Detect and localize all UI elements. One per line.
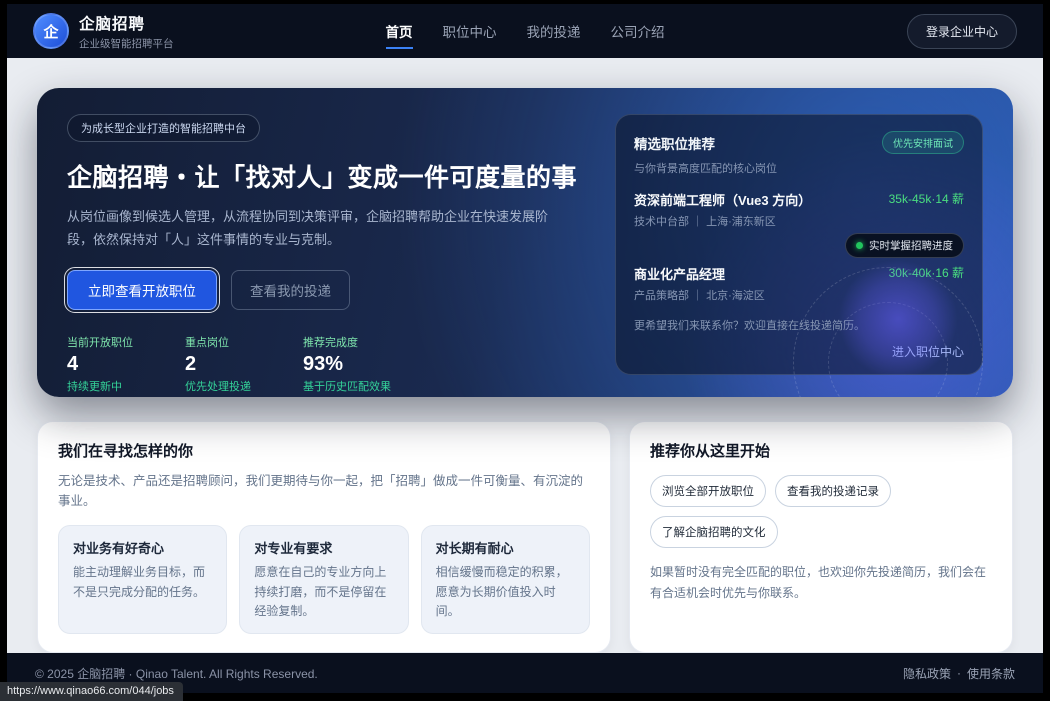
brand[interactable]: 企 企脑招聘 企业级智能招聘平台 <box>33 12 386 51</box>
trait-text: 愿意在自己的专业方向上持续打磨，而不是停留在经验复制。 <box>254 563 393 621</box>
job-info: 资深前端工程师（Vue3 方向） 技术中台部 ｜ 上海·浦东新区 <box>634 190 811 229</box>
footer-copyright: © 2025 企脑招聘 · Qinao Talent. All Rights R… <box>35 665 318 682</box>
start-here-text: 如果暂时没有完全匹配的职位，也欢迎你先投递简历，我们会在有合适机会时优先与你联系… <box>650 562 992 603</box>
job-info: 商业化产品经理 产品策略部 ｜ 北京·海淀区 <box>634 264 765 303</box>
view-my-applications-button[interactable]: 查看我的投递 <box>231 270 350 310</box>
job-title: 资深前端工程师（Vue3 方向） <box>634 190 811 209</box>
stat-note: 优先处理投递 <box>185 378 251 394</box>
looking-for-card: 我们在寻找怎样的你 无论是技术、产品还是招聘顾问，我们更期待与你一起，把「招聘」… <box>37 421 611 653</box>
featured-jobs-card: 精选职位推荐 优先安排面试 与你背景高度匹配的核心岗位 资深前端工程师（Vue3… <box>615 114 983 375</box>
looking-for-description: 无论是技术、产品还是招聘顾问，我们更期待与你一起，把「招聘」做成一件可衡量、有沉… <box>58 471 590 511</box>
featured-card-subtitle: 与你背景高度匹配的核心岗位 <box>634 160 964 176</box>
hero-stats: 当前开放职位 4 持续更新中 重点岗位 2 优先处理投递 推荐完成度 93% 基… <box>67 334 571 394</box>
bottom-section: 我们在寻找怎样的你 无论是技术、产品还是招聘顾问，我们更期待与你一起，把「招聘」… <box>37 421 1013 653</box>
stat-value: 93% <box>303 353 391 376</box>
learn-culture-button[interactable]: 了解企脑招聘的文化 <box>650 516 778 548</box>
job-meta: 产品策略部 ｜ 北京·海淀区 <box>634 287 765 303</box>
job-salary: 30k-40k·16 薪 <box>889 264 964 281</box>
stat-note: 基于历史匹配效果 <box>303 378 391 394</box>
stat-label: 当前开放职位 <box>67 334 133 350</box>
footer-links: 隐私政策 · 使用条款 <box>903 665 1015 682</box>
nav-link-job-center[interactable]: 职位中心 <box>443 13 497 49</box>
hero-left-column: 为成长型企业打造的智能招聘中台 企脑招聘・让「找对人」变成一件可度量的事 从岗位… <box>67 114 571 373</box>
featured-contact-text: 更希望我们来联系你？欢迎直接在线投递简历。 <box>634 317 964 333</box>
stat-note: 持续更新中 <box>67 378 133 394</box>
trait-text: 能主动理解业务目标，而不是只完成分配的任务。 <box>73 563 212 601</box>
start-here-actions: 浏览全部开放职位 查看我的投递记录 了解企脑招聘的文化 <box>650 475 992 548</box>
featured-card-title: 精选职位推荐 <box>634 133 715 153</box>
enter-job-center-link[interactable]: 进入职位中心 <box>634 343 964 360</box>
nav-link-home[interactable]: 首页 <box>386 13 413 49</box>
stat-recommend-completion: 推荐完成度 93% 基于历史匹配效果 <box>303 334 391 394</box>
looking-for-title: 我们在寻找怎样的你 <box>58 440 590 461</box>
trait-card-professionalism: 对专业有要求 愿意在自己的专业方向上持续打磨，而不是停留在经验复制。 <box>239 525 408 634</box>
trait-card-curiosity: 对业务有好奇心 能主动理解业务目标，而不是只完成分配的任务。 <box>58 525 227 634</box>
trait-title: 对长期有耐心 <box>436 538 575 557</box>
main-nav: 首页 职位中心 我的投递 公司介绍 <box>386 13 665 49</box>
job-salary: 35k-45k·14 薪 <box>889 190 964 207</box>
trait-list: 对业务有好奇心 能主动理解业务目标，而不是只完成分配的任务。 对专业有要求 愿意… <box>58 525 590 634</box>
stat-key-positions: 重点岗位 2 优先处理投递 <box>185 334 251 394</box>
brand-logo-icon: 企 <box>33 13 69 49</box>
brand-name: 企脑招聘 <box>79 12 174 34</box>
priority-interview-badge: 优先安排面试 <box>882 131 964 154</box>
job-title: 商业化产品经理 <box>634 264 765 283</box>
top-navbar: 企 企脑招聘 企业级智能招聘平台 首页 职位中心 我的投递 公司介绍 登录企业中… <box>7 4 1043 58</box>
navbar-right: 登录企业中心 <box>665 14 1018 49</box>
hero-actions: 立即查看开放职位 查看我的投递 <box>67 270 571 310</box>
login-enterprise-button[interactable]: 登录企业中心 <box>907 14 1017 49</box>
nav-link-my-applications[interactable]: 我的投递 <box>527 13 581 49</box>
hero-badge: 为成长型企业打造的智能招聘中台 <box>67 114 260 142</box>
trait-text: 相信缓慢而稳定的积累，愿意为长期价值投入时间。 <box>436 563 575 621</box>
hero-description: 从岗位画像到候选人管理，从流程协同到决策评审，企脑招聘帮助企业在快速发展阶段，依… <box>67 206 571 252</box>
view-application-records-button[interactable]: 查看我的投递记录 <box>775 475 891 507</box>
featured-card-header: 精选职位推荐 优先安排面试 <box>634 131 964 154</box>
view-open-jobs-button[interactable]: 立即查看开放职位 <box>67 270 217 310</box>
footer-link-separator: · <box>957 666 961 680</box>
stat-value: 4 <box>67 353 133 376</box>
nav-link-company-intro[interactable]: 公司介绍 <box>611 13 665 49</box>
page-main: 为成长型企业打造的智能招聘中台 企脑招聘・让「找对人」变成一件可度量的事 从岗位… <box>7 58 1043 693</box>
recruitment-progress-badge: 实时掌握招聘进度 <box>845 233 964 258</box>
start-here-title: 推荐你从这里开始 <box>650 440 992 461</box>
terms-of-use-link[interactable]: 使用条款 <box>967 665 1015 682</box>
stat-label: 推荐完成度 <box>303 334 391 350</box>
brand-tagline: 企业级智能招聘平台 <box>79 36 174 51</box>
hero-title: 企脑招聘・让「找对人」变成一件可度量的事 <box>67 158 571 194</box>
stat-label: 重点岗位 <box>185 334 251 350</box>
job-item-frontend[interactable]: 资深前端工程师（Vue3 方向） 技术中台部 ｜ 上海·浦东新区 35k-45k… <box>634 190 964 229</box>
trait-card-patience: 对长期有耐心 相信缓慢而稳定的积累，愿意为长期价值投入时间。 <box>421 525 590 634</box>
job-meta: 技术中台部 ｜ 上海·浦东新区 <box>634 213 811 229</box>
browser-page: 企 企脑招聘 企业级智能招聘平台 首页 职位中心 我的投递 公司介绍 登录企业中… <box>7 4 1043 693</box>
privacy-policy-link[interactable]: 隐私政策 <box>903 665 951 682</box>
trait-title: 对业务有好奇心 <box>73 538 212 557</box>
hero-section: 为成长型企业打造的智能招聘中台 企脑招聘・让「找对人」变成一件可度量的事 从岗位… <box>37 88 1013 397</box>
status-dot-icon <box>856 242 863 249</box>
stat-value: 2 <box>185 353 251 376</box>
progress-badge-label: 实时掌握招聘进度 <box>869 238 953 253</box>
browse-all-jobs-button[interactable]: 浏览全部开放职位 <box>650 475 766 507</box>
brand-text: 企脑招聘 企业级智能招聘平台 <box>79 12 174 51</box>
trait-title: 对专业有要求 <box>254 538 393 557</box>
stat-open-jobs: 当前开放职位 4 持续更新中 <box>67 334 133 394</box>
start-here-card: 推荐你从这里开始 浏览全部开放职位 查看我的投递记录 了解企脑招聘的文化 如果暂… <box>629 421 1013 653</box>
status-bar-url: https://www.qinao66.com/044/jobs <box>0 682 183 701</box>
job-item-product-manager[interactable]: 商业化产品经理 产品策略部 ｜ 北京·海淀区 30k-40k·16 薪 <box>634 264 964 303</box>
